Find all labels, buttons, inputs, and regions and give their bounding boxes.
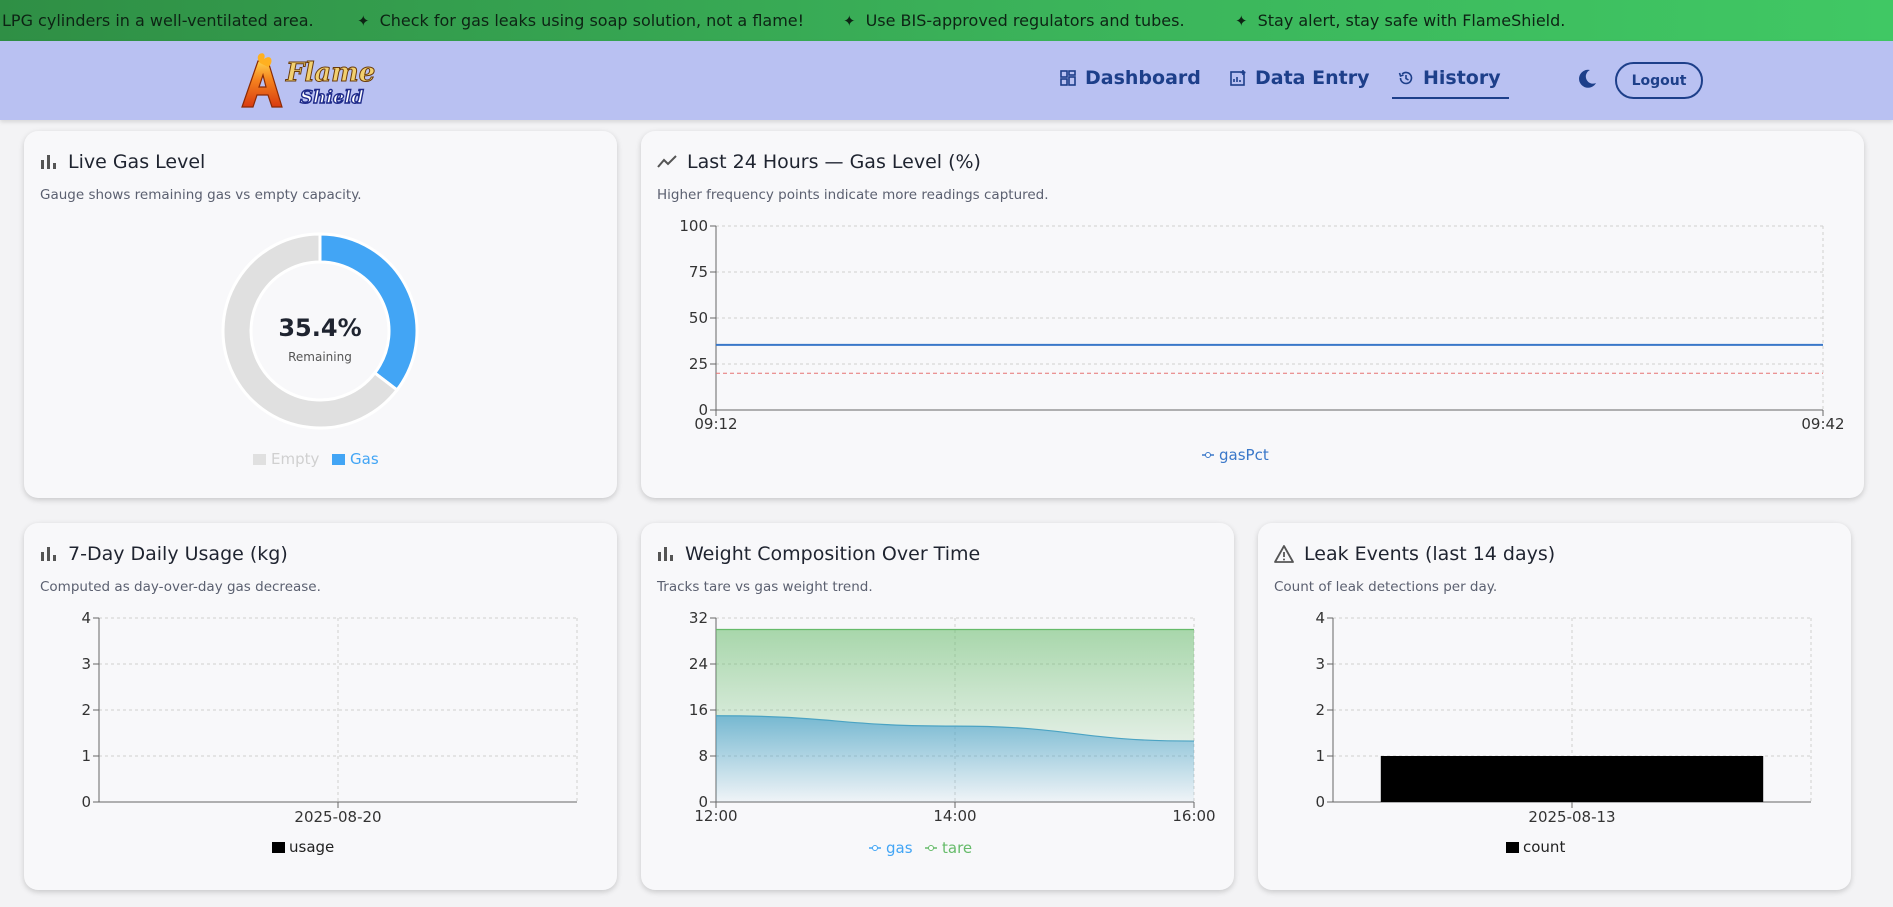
x-tick-label: 2025-08-20 <box>294 808 381 826</box>
legend-swatch-gas <box>332 454 345 465</box>
y-tick-label: 75 <box>689 263 708 281</box>
y-tick-label: 3 <box>1315 655 1325 673</box>
legend-swatch-count <box>1506 842 1519 853</box>
x-tick-label: 09:42 <box>1801 415 1844 433</box>
leak-bar-chart: 0 1 2 3 4 2025-08-13 count <box>1315 609 1812 856</box>
nav-data-entry-label: Data Entry <box>1255 67 1370 89</box>
legend-marker-gaspct <box>1205 452 1211 458</box>
x-tick-label: 09:12 <box>694 415 737 433</box>
y-tick-label: 16 <box>689 701 708 719</box>
ticker-text: Check for gas leaks using soap solution,… <box>379 11 805 30</box>
moon-icon[interactable] <box>1576 68 1598 94</box>
dashboard-icon <box>1060 70 1076 86</box>
nav-history-label: History <box>1423 67 1501 89</box>
weight-card: Weight Composition Over Time Tracks tare… <box>641 523 1234 890</box>
safety-ticker: LPG cylinders in a well-ventilated area.… <box>0 0 1893 41</box>
ticker-text: Stay alert, stay safe with FlameShield. <box>1257 11 1566 30</box>
x-tick-label: 12:00 <box>694 807 737 825</box>
gauge-center-value: 35.4% <box>278 314 361 342</box>
logo-text-bottom: Shield <box>300 87 364 108</box>
history-icon <box>1398 71 1413 85</box>
legend-label-gas: Gas <box>350 450 379 468</box>
ticker-item: ✦ Check for gas leaks using soap solutio… <box>357 11 804 30</box>
leak-card: Leak Events (last 14 days) Count of leak… <box>1258 523 1851 890</box>
gas-gauge-chart: 35.4% Remaining Empty Gas <box>221 232 419 468</box>
weight-area-chart: 0816243212:00 14:00 16:00gas tare <box>689 609 1216 857</box>
legend-marker-tare <box>928 845 934 851</box>
y-tick-label: 50 <box>689 309 708 327</box>
ticker-item: LPG cylinders in a well-ventilated area. <box>2 11 314 30</box>
legend-marker-gas <box>872 845 878 851</box>
x-tick-label: 14:00 <box>933 807 976 825</box>
sparkle-icon: ✦ <box>357 11 370 30</box>
y-tick-label: 25 <box>689 355 708 373</box>
legend-swatch-usage <box>272 842 285 853</box>
x-tick-label: 2025-08-13 <box>1528 808 1615 826</box>
flameshield-logo[interactable]: Flame Shield <box>238 51 388 111</box>
live-gas-card: Live Gas Level Gauge shows remaining gas… <box>24 131 617 498</box>
y-tick-label: 100 <box>679 217 708 235</box>
y-tick-label: 1 <box>1315 747 1325 765</box>
y-tick-label: 0 <box>81 793 91 811</box>
legend-label-usage: usage <box>289 838 334 856</box>
y-tick-label: 24 <box>689 655 708 673</box>
gas-level-line-chart: 025507510009:12 09:42gasPct <box>679 217 1844 464</box>
y-tick-label: 4 <box>81 609 91 627</box>
nav-dashboard-label: Dashboard <box>1085 67 1201 89</box>
nav-history[interactable]: History <box>1392 67 1509 99</box>
y-tick-label: 0 <box>1315 793 1325 811</box>
usage-card: 7-Day Daily Usage (kg) Computed as day-o… <box>24 523 617 890</box>
legend-label-gas: gas <box>886 839 913 857</box>
legend-label-count: count <box>1523 838 1565 856</box>
chart-add-icon <box>1230 70 1246 86</box>
gauge-slice-gas <box>318 232 419 393</box>
last-24-card: Last 24 Hours — Gas Level (%) Higher fre… <box>641 131 1864 498</box>
sparkle-icon: ✦ <box>843 11 856 30</box>
legend-label-empty: Empty <box>271 450 319 468</box>
ticker-text: LPG cylinders in a well-ventilated area. <box>2 11 314 30</box>
x-tick-label: 16:00 <box>1172 807 1215 825</box>
y-tick-label: 3 <box>81 655 91 673</box>
logo-text-top: Flame <box>285 58 375 88</box>
legend-swatch-empty <box>253 454 266 465</box>
y-tick-label: 2 <box>81 701 91 719</box>
flame-logo-icon: Flame Shield <box>241 53 376 109</box>
bar <box>1380 756 1764 802</box>
y-tick-label: 2 <box>1315 701 1325 719</box>
gauge-center-label: Remaining <box>288 350 352 364</box>
legend-label-tare: tare <box>942 839 972 857</box>
ticker-item: ✦ Stay alert, stay safe with FlameShield… <box>1235 11 1565 30</box>
y-tick-label: 1 <box>81 747 91 765</box>
sparkle-icon: ✦ <box>1235 11 1248 30</box>
legend-label-gaspct: gasPct <box>1219 446 1269 464</box>
y-tick-label: 4 <box>1315 609 1325 627</box>
y-tick-label: 8 <box>698 747 708 765</box>
y-tick-label: 32 <box>689 609 708 627</box>
logout-button[interactable]: Logout <box>1615 62 1703 99</box>
ticker-text: Use BIS-approved regulators and tubes. <box>865 11 1185 30</box>
nav-dashboard[interactable]: Dashboard <box>1060 67 1201 89</box>
top-header: Flame Shield Dashboard Data Entry Histor… <box>0 41 1893 120</box>
usage-bar-chart: 0 1 2 3 4 2025-08-20 usage <box>81 609 578 856</box>
nav-data-entry[interactable]: Data Entry <box>1230 67 1369 89</box>
ticker-item: ✦ Use BIS-approved regulators and tubes. <box>843 11 1185 30</box>
